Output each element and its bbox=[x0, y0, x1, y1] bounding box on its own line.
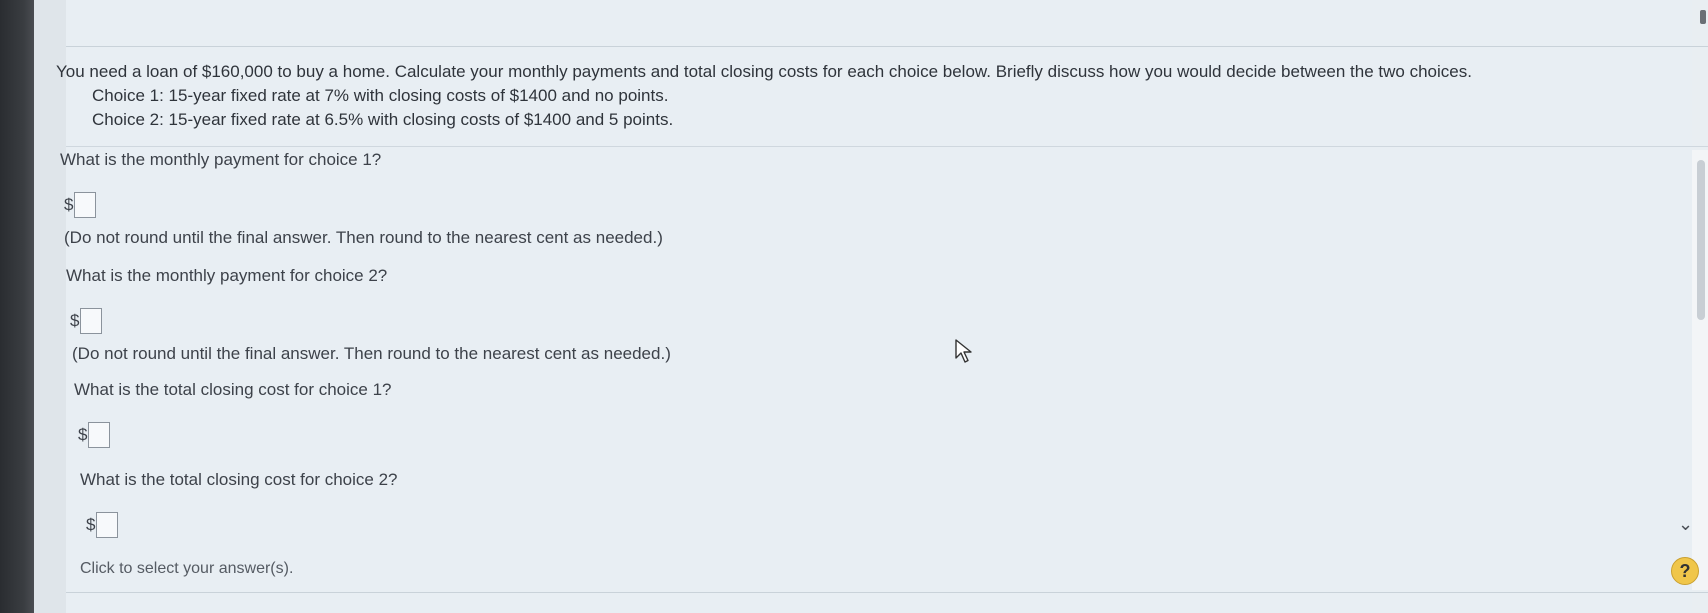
answer-2-input[interactable] bbox=[80, 308, 103, 334]
rounding-note-1: (Do not round until the final answer. Th… bbox=[64, 228, 663, 247]
answer-2-field[interactable]: $ bbox=[70, 308, 103, 334]
question-1-label: What is the monthly payment for choice 1… bbox=[60, 150, 382, 169]
divider bbox=[66, 592, 1708, 593]
currency-symbol: $ bbox=[86, 515, 96, 534]
help-icon[interactable]: ? bbox=[1671, 557, 1699, 585]
scrollbar-thumb[interactable] bbox=[1697, 160, 1705, 320]
window-edge-handle bbox=[1700, 10, 1706, 24]
answer-1-input[interactable] bbox=[74, 192, 97, 218]
problem-intro: You need a loan of $160,000 to buy a hom… bbox=[56, 62, 1472, 81]
answer-4-input[interactable] bbox=[96, 512, 119, 538]
question-3-label: What is the total closing cost for choic… bbox=[74, 380, 392, 399]
answer-1-field[interactable]: $ bbox=[64, 192, 97, 218]
currency-symbol: $ bbox=[64, 195, 74, 214]
currency-symbol: $ bbox=[70, 311, 80, 330]
rounding-note-2: (Do not round until the final answer. Th… bbox=[72, 344, 671, 363]
answer-3-field[interactable]: $ bbox=[78, 422, 111, 448]
currency-symbol: $ bbox=[78, 425, 88, 444]
screen-bezel bbox=[0, 0, 34, 613]
choice-1: Choice 1: 15-year fixed rate at 7% with … bbox=[92, 86, 669, 105]
answer-prompt: Click to select your answer(s). bbox=[80, 560, 294, 577]
mouse-cursor-icon bbox=[955, 339, 972, 363]
choice-2: Choice 2: 15-year fixed rate at 6.5% wit… bbox=[92, 110, 674, 129]
answer-4-field[interactable]: $ bbox=[86, 512, 119, 538]
problem-statement: You need a loan of $160,000 to buy a hom… bbox=[56, 60, 1472, 132]
chevron-down-icon[interactable]: ⌄ bbox=[1678, 514, 1693, 535]
question-2-label: What is the monthly payment for choice 2… bbox=[66, 266, 388, 285]
divider bbox=[66, 46, 1708, 47]
question-4-label: What is the total closing cost for choic… bbox=[80, 470, 398, 489]
divider bbox=[66, 146, 1708, 147]
answer-3-input[interactable] bbox=[88, 422, 111, 448]
